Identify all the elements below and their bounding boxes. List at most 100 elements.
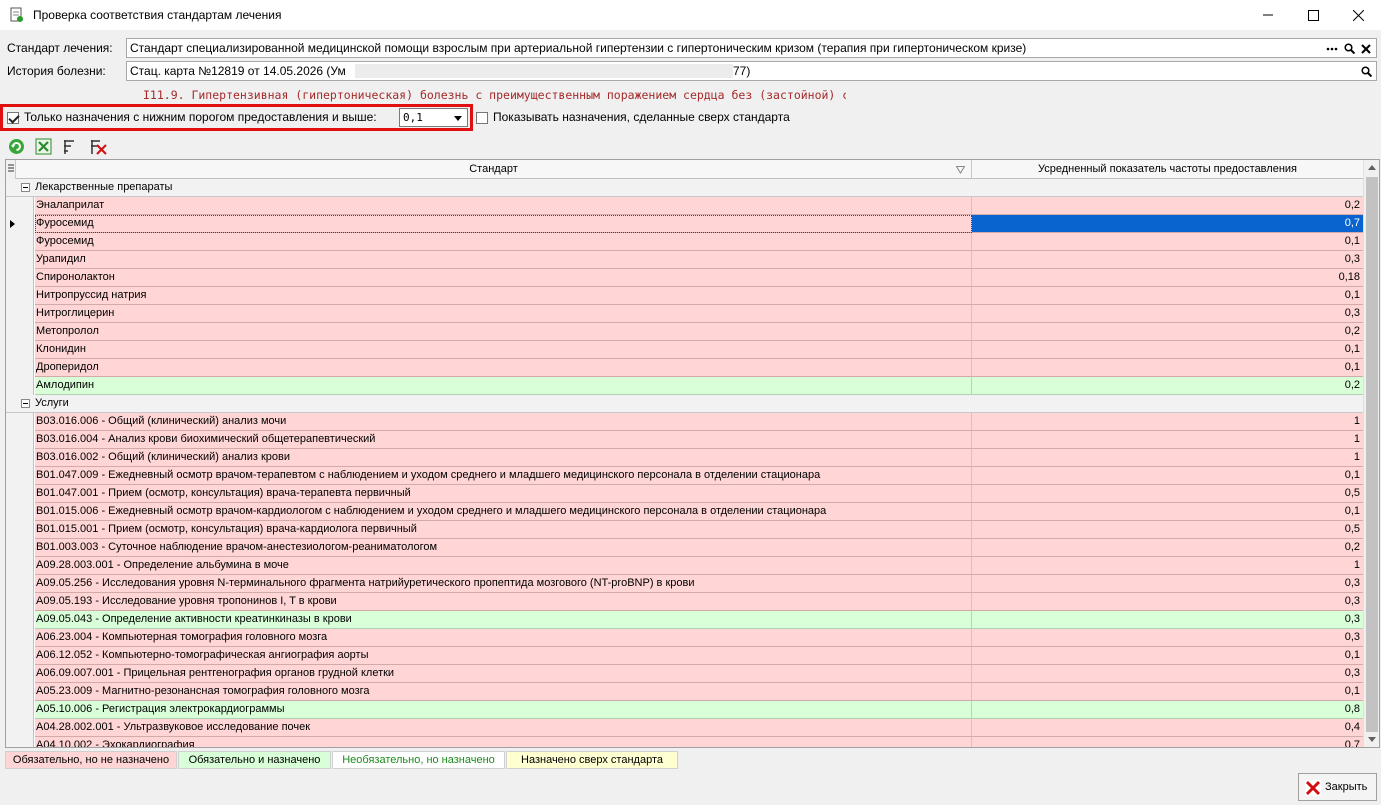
cell-standard[interactable]: A09.05.256 - Исследования уровня N-терми… [35,575,972,593]
table-row[interactable]: Дроперидол 0,1 [6,359,1363,377]
row-indicator[interactable] [6,215,34,233]
cell-standard[interactable]: B01.015.006 - Ежедневный осмотр врачом-к… [35,503,972,521]
cell-frequency[interactable]: 1 [972,449,1363,467]
table-row[interactable]: Спиронолактон 0,18 [6,269,1363,287]
table-row[interactable]: B03.016.006 - Общий (клинический) анализ… [6,413,1363,431]
row-indicator[interactable] [6,575,34,593]
table-row[interactable]: Нитроглицерин 0,3 [6,305,1363,323]
table-row[interactable]: Фуросемид 0,7 [6,215,1363,233]
row-indicator[interactable] [6,341,34,359]
table-row[interactable]: A06.23.004 - Компьютерная томография гол… [6,629,1363,647]
table-row[interactable]: Метопролол 0,2 [6,323,1363,341]
cell-frequency[interactable]: 0,5 [972,485,1363,503]
cell-frequency[interactable]: 0,1 [972,683,1363,701]
only-threshold-checkbox[interactable] [7,112,19,124]
cell-standard[interactable]: B03.016.004 - Анализ крови биохимический… [35,431,972,449]
table-row[interactable]: B01.015.006 - Ежедневный осмотр врачом-к… [6,503,1363,521]
table-row[interactable]: A04.28.002.001 - Ультразвуковое исследов… [6,719,1363,737]
cell-standard[interactable]: Амлодипин [35,377,972,395]
table-row[interactable]: B01.047.009 - Ежедневный осмотр врачом-т… [6,467,1363,485]
cell-frequency[interactable]: 0,3 [972,305,1363,323]
row-indicator[interactable] [6,467,34,485]
cell-standard[interactable]: B01.015.001 - Прием (осмотр, консультаци… [35,521,972,539]
table-row[interactable]: B01.015.001 - Прием (осмотр, консультаци… [6,521,1363,539]
row-indicator[interactable] [6,629,34,647]
table-row[interactable]: B01.003.003 - Суточное наблюдение врачом… [6,539,1363,557]
cell-frequency[interactable]: 0,1 [972,467,1363,485]
table-row[interactable]: B03.016.002 - Общий (клинический) анализ… [6,449,1363,467]
cell-standard[interactable]: Фуросемид [35,233,972,251]
group-row[interactable]: Лекарственные препараты [6,179,1363,197]
table-row[interactable]: Амлодипин 0,2 [6,377,1363,395]
filter-icon[interactable] [62,138,79,155]
table-row[interactable]: Эналаприлат 0,2 [6,197,1363,215]
history-field[interactable]: Стац. карта №12819 от 14.05.2026 (Ум 77) [126,61,1377,81]
close-button[interactable]: Закрыть [1298,773,1377,801]
minimize-button[interactable] [1245,0,1291,30]
scroll-down-icon[interactable] [1368,737,1376,742]
cell-frequency[interactable]: 0,5 [972,521,1363,539]
cell-standard[interactable]: B01.047.001 - Прием (осмотр, консультаци… [35,485,972,503]
row-indicator[interactable] [6,665,34,683]
row-indicator[interactable] [6,359,34,377]
table-row[interactable]: Нитропруссид натрия 0,1 [6,287,1363,305]
table-row[interactable]: A04.10.002 - Эхокардиография 0,7 [6,737,1363,747]
table-row[interactable]: A05.10.006 - Регистрация электрокардиогр… [6,701,1363,719]
group-row[interactable]: Услуги [6,395,1363,413]
cell-standard[interactable]: Эналаприлат [35,197,972,215]
cell-frequency[interactable]: 0,4 [972,719,1363,737]
standard-search-button[interactable] [1341,41,1357,56]
row-indicator[interactable] [6,431,34,449]
cell-frequency[interactable]: 0,3 [972,251,1363,269]
cell-standard[interactable]: Метопролол [35,323,972,341]
cell-frequency[interactable]: 1 [972,413,1363,431]
table-row[interactable]: Клонидин 0,1 [6,341,1363,359]
table-row[interactable]: A06.12.052 - Компьютерно-томографическая… [6,647,1363,665]
cell-standard[interactable]: B03.016.006 - Общий (клинический) анализ… [35,413,972,431]
cell-frequency[interactable]: 1 [972,557,1363,575]
cell-frequency[interactable]: 0,8 [972,701,1363,719]
table-row[interactable]: A05.23.009 - Магнитно-резонансная томогр… [6,683,1363,701]
excel-export-icon[interactable] [35,138,52,155]
scroll-thumb[interactable] [1366,177,1378,732]
cell-standard[interactable]: B01.003.003 - Суточное наблюдение врачом… [35,539,972,557]
cell-standard[interactable]: Дроперидол [35,359,972,377]
row-indicator[interactable] [6,197,34,215]
table-row[interactable]: A09.05.256 - Исследования уровня N-терми… [6,575,1363,593]
vertical-scrollbar[interactable] [1363,160,1379,747]
cell-frequency[interactable]: 0,2 [972,377,1363,395]
cell-frequency[interactable]: 0,2 [972,323,1363,341]
row-indicator[interactable] [6,557,34,575]
table-row[interactable]: A09.28.003.001 - Определение альбумина в… [6,557,1363,575]
refresh-icon[interactable] [8,138,25,155]
cell-standard[interactable]: Спиронолактон [35,269,972,287]
cell-standard[interactable]: Нитропруссид натрия [35,287,972,305]
row-indicator[interactable] [6,719,34,737]
row-indicator[interactable] [6,485,34,503]
collapse-icon[interactable] [21,399,30,408]
table-row[interactable]: B03.016.004 - Анализ крови биохимический… [6,431,1363,449]
cell-frequency[interactable]: 0,3 [972,665,1363,683]
cell-frequency[interactable]: 0,3 [972,575,1363,593]
cell-standard[interactable]: A04.28.002.001 - Ультразвуковое исследов… [35,719,972,737]
cell-standard[interactable]: A05.23.009 - Магнитно-резонансная томогр… [35,683,972,701]
cell-standard[interactable]: A04.10.002 - Эхокардиография [35,737,972,747]
row-indicator[interactable] [6,377,34,395]
cell-frequency[interactable]: 0,1 [972,341,1363,359]
row-indicator[interactable] [6,521,34,539]
cell-frequency[interactable]: 0,18 [972,269,1363,287]
cell-frequency[interactable]: 0,1 [972,647,1363,665]
table-row[interactable]: B01.047.001 - Прием (осмотр, консультаци… [6,485,1363,503]
close-window-button[interactable] [1335,0,1381,30]
cell-standard[interactable]: Нитроглицерин [35,305,972,323]
column-header-frequency[interactable]: Усредненный показатель частоты предостав… [972,160,1363,179]
cell-frequency[interactable]: 0,1 [972,503,1363,521]
cell-standard[interactable]: Фуросемид [35,215,972,233]
cell-standard[interactable]: A06.09.007.001 - Прицельная рентгенограф… [35,665,972,683]
row-indicator[interactable] [6,413,34,431]
clear-filter-icon[interactable] [90,138,107,155]
cell-frequency[interactable]: 0,3 [972,629,1363,647]
cell-standard[interactable]: A09.28.003.001 - Определение альбумина в… [35,557,972,575]
cell-frequency[interactable]: 0,7 [972,737,1363,747]
row-indicator[interactable] [6,647,34,665]
